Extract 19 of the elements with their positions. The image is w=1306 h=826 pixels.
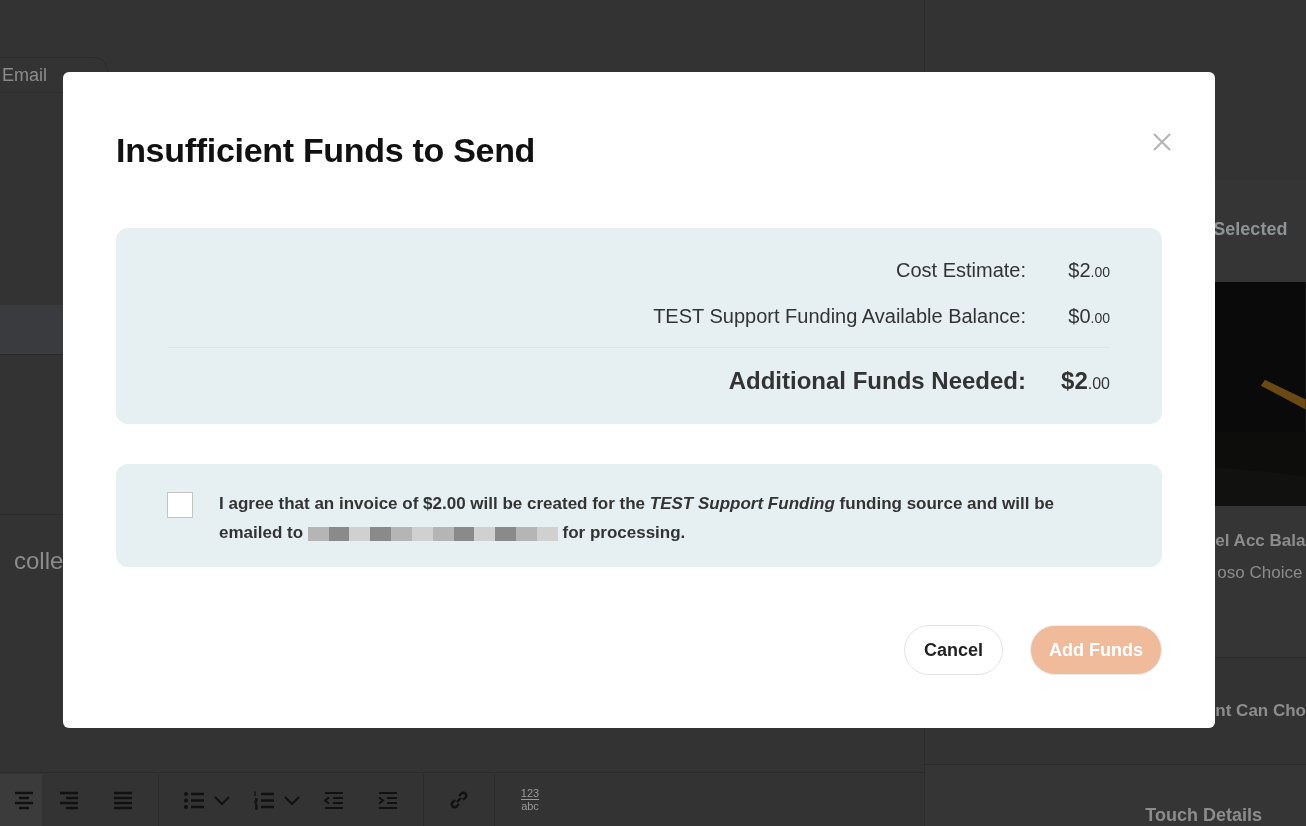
cancel-button[interactable]: Cancel [904,625,1003,675]
section-title: Touch Details [1145,805,1263,825]
amount-value: $2.00 [1067,258,1110,282]
toolbar-button[interactable] [0,773,42,826]
dialog-title: Insufficient Funds to Send [116,130,536,170]
amount-label: TEST Support Funding Available Balance: [653,304,1026,328]
amount-label: Additional Funds Needed: [728,367,1026,395]
amount-label: Cost Estimate: [895,258,1026,282]
card-subtitle: oso Choice [1216,563,1304,584]
close-icon[interactable] [1152,132,1172,152]
agreement-text: I agree that an invoice of $2.00 will be created for the TEST Support Funding funding source and will be emailed to for processing. [219,493,1055,544]
amount-value: $0.00 [1067,304,1110,328]
amount-value: $2.00 [1060,367,1110,395]
text-format-button[interactable]: 123 abc [503,773,557,826]
card-title: el Acc Bala [1215,531,1306,552]
row-title: nt Can Cho [1215,701,1306,721]
agree-checkbox[interactable] [167,492,193,518]
selected-label: Selected [1213,218,1288,239]
editor-text: colle [14,547,64,575]
